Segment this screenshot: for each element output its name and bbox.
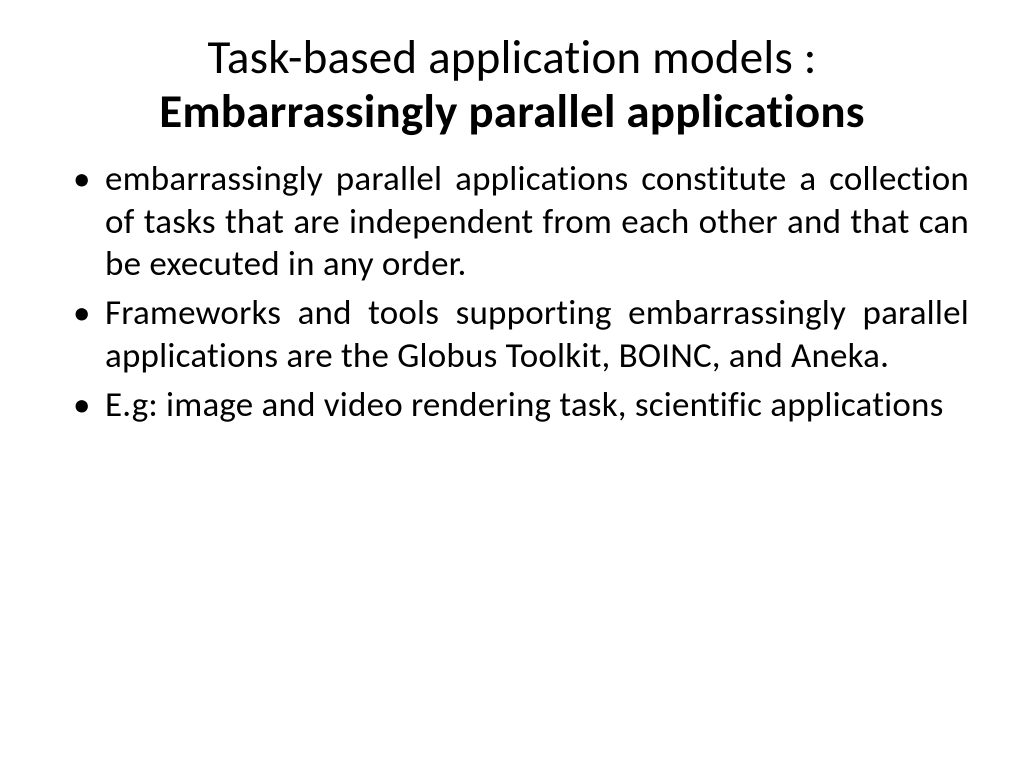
- title-line-1: Task-based application models :: [55, 30, 969, 84]
- list-item: E.g: image and video rendering task, sci…: [65, 384, 969, 427]
- list-item: embarrassingly parallel applications con…: [65, 158, 969, 286]
- title-line-2: Embarrassingly parallel applications: [55, 84, 969, 138]
- slide-title: Task-based application models : Embarras…: [55, 30, 969, 138]
- list-item: Frameworks and tools supporting embarras…: [65, 292, 969, 377]
- content-list: embarrassingly parallel applications con…: [55, 158, 969, 426]
